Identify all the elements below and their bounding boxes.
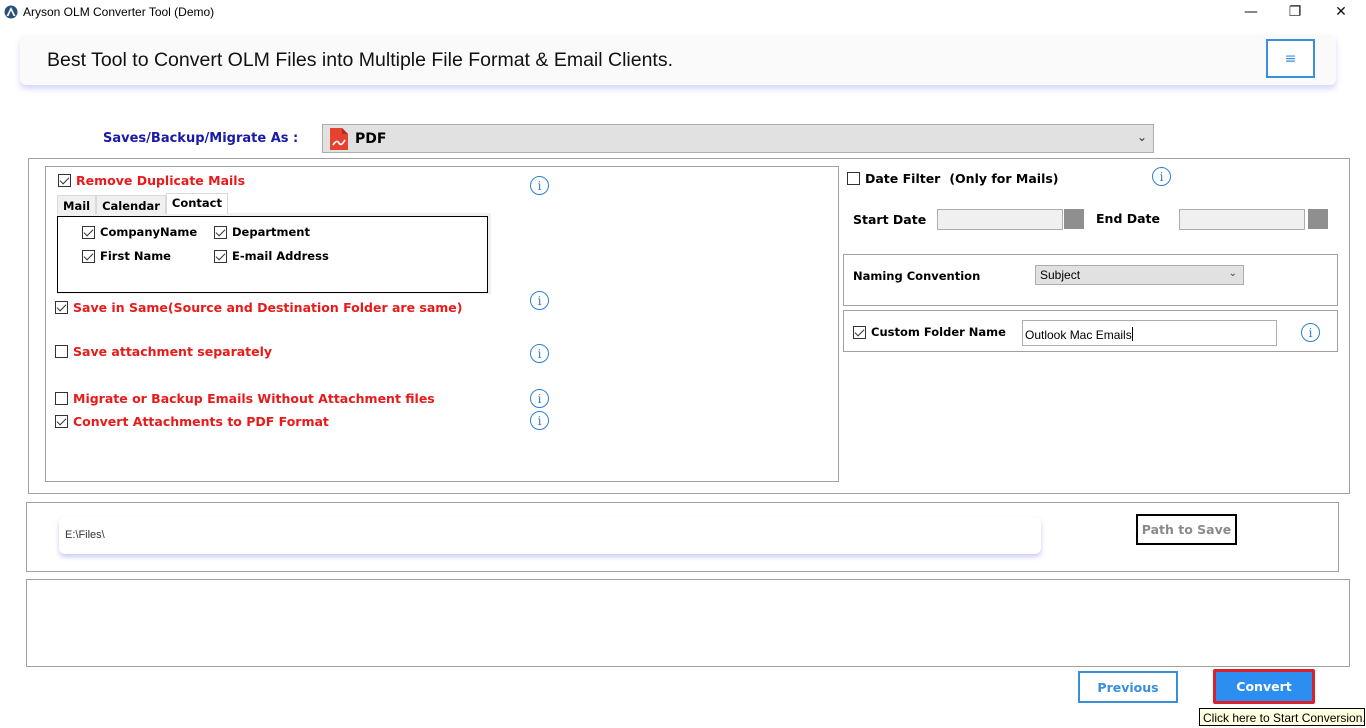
remove-duplicates-option[interactable]: Remove Duplicate Mails: [58, 173, 245, 188]
convert-attachments-pdf-label: Convert Attachments to PDF Format: [73, 414, 329, 429]
tab-mail[interactable]: Mail: [57, 195, 97, 214]
info-icon[interactable]: i: [1152, 167, 1171, 186]
info-icon[interactable]: i: [530, 344, 549, 363]
date-filter-option[interactable]: Date Filter (Only for Mails): [847, 171, 1059, 186]
remove-duplicates-checkbox[interactable]: [58, 174, 71, 187]
app-logo-icon: [4, 4, 18, 19]
start-date-field[interactable]: [937, 209, 1063, 230]
without-attachments-checkbox[interactable]: [55, 392, 68, 405]
contact-field-email-address[interactable]: E-mail Address: [214, 249, 329, 263]
info-icon[interactable]: i: [530, 291, 549, 310]
save-as-label: Saves/Backup/Migrate As :: [103, 131, 299, 146]
info-icon[interactable]: i: [530, 389, 549, 408]
email-address-label: E-mail Address: [232, 249, 329, 263]
companyname-checkbox[interactable]: [82, 225, 95, 239]
first-name-label: First Name: [100, 249, 171, 263]
destination-path-input[interactable]: E:\Files\: [59, 517, 1041, 554]
naming-convention-value: Subject: [1040, 268, 1081, 282]
remove-duplicates-label: Remove Duplicate Mails: [76, 173, 246, 188]
window-title: Aryson OLM Converter Tool (Demo): [23, 5, 215, 19]
end-date-field[interactable]: [1179, 209, 1305, 230]
info-icon[interactable]: i: [1301, 323, 1320, 342]
email-address-checkbox[interactable]: [214, 249, 227, 263]
tab-calendar[interactable]: Calendar: [96, 195, 166, 214]
save-attachment-separately-label: Save attachment separately: [73, 344, 273, 359]
naming-convention-label: Naming Convention: [853, 269, 981, 283]
info-icon[interactable]: i: [530, 176, 549, 195]
save-in-same-label: Save in Same(Source and Destination Fold…: [73, 300, 463, 315]
chevron-down-icon: ⌄: [1228, 268, 1237, 279]
pdf-icon: [330, 127, 348, 150]
info-icon[interactable]: i: [530, 411, 549, 430]
save-in-same-option[interactable]: Save in Same(Source and Destination Fold…: [55, 300, 462, 315]
save-attachment-separately-checkbox[interactable]: [55, 345, 68, 358]
without-attachments-label: Migrate or Backup Emails Without Attachm…: [73, 391, 435, 406]
start-date-calendar-icon[interactable]: [1064, 209, 1084, 229]
duplicate-criteria-tabs: Mail Calendar Contact: [57, 193, 228, 214]
date-filter-label: Date Filter: [865, 171, 941, 186]
previous-button[interactable]: Previous: [1078, 671, 1178, 703]
contact-field-department[interactable]: Department: [214, 225, 310, 239]
header-tagline: Best Tool to Convert OLM Files into Mult…: [47, 49, 674, 71]
custom-folder-input[interactable]: Outlook Mac Emails: [1022, 320, 1277, 346]
log-area: [26, 579, 1350, 667]
minimize-button[interactable]: —: [1228, 0, 1274, 24]
date-filter-checkbox[interactable]: [847, 172, 860, 185]
custom-folder-option[interactable]: Custom Folder Name: [853, 325, 1006, 339]
path-to-save-button[interactable]: Path to Save: [1136, 514, 1237, 545]
end-date-label: End Date: [1096, 211, 1161, 226]
without-attachments-option[interactable]: Migrate or Backup Emails Without Attachm…: [55, 391, 435, 406]
chevron-down-icon: ⌄: [1136, 130, 1147, 144]
end-date-calendar-icon[interactable]: [1308, 209, 1328, 229]
maximize-button[interactable]: ❐: [1272, 0, 1318, 24]
first-name-checkbox[interactable]: [82, 249, 95, 263]
companyname-label: CompanyName: [100, 225, 198, 239]
date-filter-note: (Only for Mails): [949, 171, 1059, 186]
naming-convention-select[interactable]: Subject ⌄: [1035, 265, 1244, 285]
contact-field-companyname[interactable]: CompanyName: [82, 225, 197, 239]
convert-tooltip: Click here to Start Conversion.: [1199, 708, 1366, 726]
custom-folder-checkbox[interactable]: [853, 325, 866, 339]
department-label: Department: [232, 225, 310, 239]
custom-folder-label: Custom Folder Name: [871, 325, 1006, 339]
department-checkbox[interactable]: [214, 225, 227, 239]
close-button[interactable]: ✕: [1318, 0, 1364, 24]
contact-field-first-name[interactable]: First Name: [82, 249, 171, 263]
format-select[interactable]: PDF ⌄: [322, 124, 1154, 153]
selected-format: PDF: [355, 130, 387, 147]
start-date-label: Start Date: [853, 212, 927, 227]
convert-attachments-pdf-option[interactable]: Convert Attachments to PDF Format: [55, 414, 329, 429]
convert-button[interactable]: Convert: [1213, 669, 1315, 704]
tab-contact[interactable]: Contact: [165, 193, 228, 214]
convert-attachments-pdf-checkbox[interactable]: [55, 415, 68, 428]
hamburger-menu-icon: ≡: [1284, 50, 1297, 67]
save-in-same-checkbox[interactable]: [55, 301, 68, 314]
save-attachment-separately-option[interactable]: Save attachment separately: [55, 344, 272, 359]
menu-button[interactable]: ≡: [1266, 39, 1315, 78]
